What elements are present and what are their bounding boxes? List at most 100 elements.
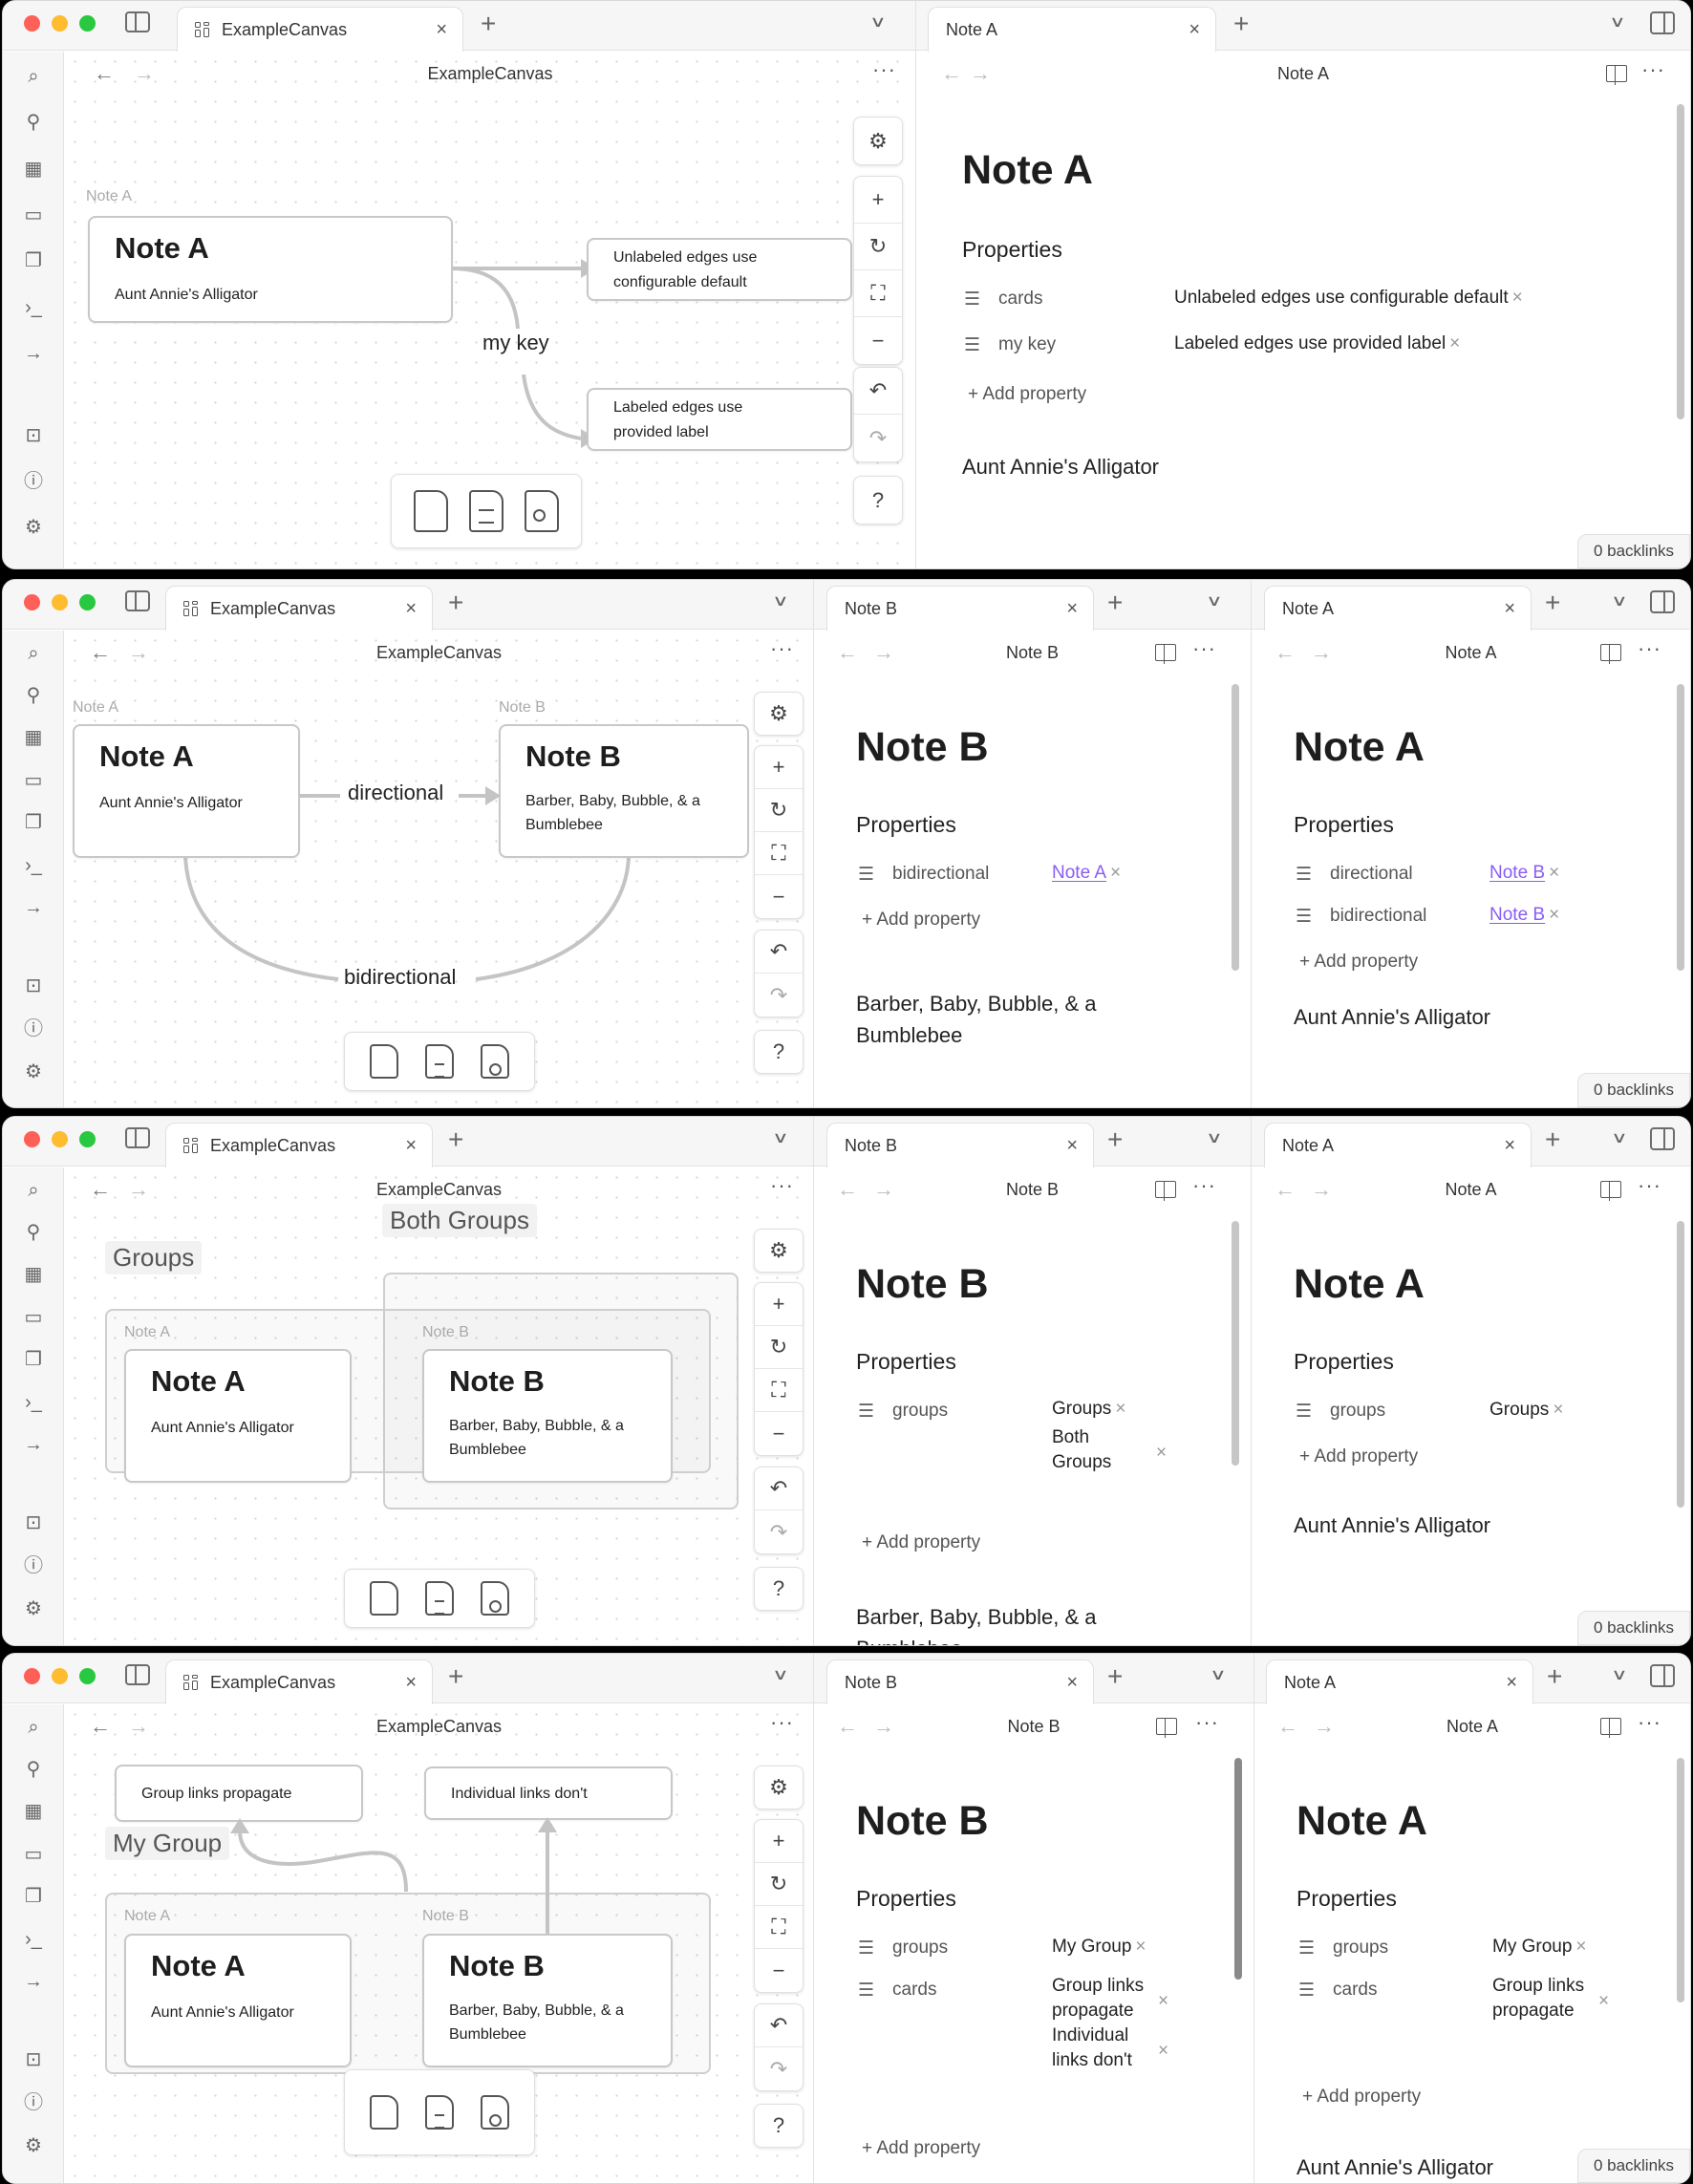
- close-window-button[interactable]: [24, 1668, 40, 1684]
- left-sidebar-toggle-icon[interactable]: [125, 1127, 150, 1148]
- more-options-icon[interactable]: ···: [1638, 1710, 1661, 1735]
- zoom-in-icon[interactable]: +: [755, 1820, 803, 1863]
- canvas-help-icon[interactable]: ?: [755, 1568, 803, 1610]
- property-value[interactable]: Group links propagate: [1052, 1974, 1147, 2023]
- more-options-icon[interactable]: ···: [1192, 636, 1216, 661]
- tab-note-a[interactable]: Note A ×: [1264, 586, 1532, 631]
- internal-link[interactable]: Note B: [1489, 905, 1545, 925]
- close-tab-icon[interactable]: ×: [1066, 598, 1078, 620]
- zoom-in-icon[interactable]: +: [755, 746, 803, 789]
- more-options-icon[interactable]: ···: [872, 57, 896, 82]
- redo-icon[interactable]: ↷: [755, 974, 803, 1017]
- command-palette-icon[interactable]: ›_: [22, 854, 45, 877]
- scrollbar[interactable]: [1677, 104, 1684, 419]
- new-tab-button[interactable]: +: [1107, 588, 1123, 618]
- property-key[interactable]: groups: [1333, 1938, 1388, 1959]
- reading-view-icon[interactable]: [1606, 65, 1627, 85]
- new-tab-button[interactable]: +: [1545, 1124, 1560, 1155]
- text-card[interactable]: Individual links don't: [424, 1766, 673, 1820]
- note-card-b[interactable]: Note B Barber, Baby, Bubble, & a Bumbleb…: [422, 1934, 673, 2067]
- redo-icon[interactable]: ↷: [755, 2047, 803, 2090]
- canvas-help-icon[interactable]: ?: [755, 2105, 803, 2147]
- reset-zoom-icon[interactable]: ↻: [755, 1863, 803, 1906]
- remove-value-icon[interactable]: ×: [1135, 1937, 1146, 1957]
- tab-list-chevron-icon[interactable]: ∨: [869, 12, 887, 32]
- add-property-button[interactable]: + Add property: [862, 2138, 980, 2159]
- property-value[interactable]: My Group ×: [1492, 1935, 1587, 1959]
- new-media-card-icon[interactable]: [481, 2095, 509, 2130]
- property-key[interactable]: cards: [998, 289, 1042, 310]
- close-tab-icon[interactable]: ×: [405, 598, 417, 620]
- remove-value-icon[interactable]: ×: [1158, 1991, 1168, 2012]
- reading-view-icon[interactable]: [1155, 644, 1176, 664]
- property-value[interactable]: My Group ×: [1052, 1935, 1147, 1959]
- tab-list-chevron-icon[interactable]: ∨: [1206, 591, 1223, 610]
- reading-view-icon[interactable]: [1600, 1718, 1621, 1738]
- reading-view-icon[interactable]: [1156, 1718, 1177, 1738]
- graph-view-icon[interactable]: ⚲: [22, 1758, 45, 1781]
- canvas-icon[interactable]: ▦: [22, 726, 45, 749]
- tab-list-chevron-icon[interactable]: ∨: [1611, 1665, 1628, 1684]
- zoom-window-button[interactable]: [79, 1668, 96, 1684]
- daily-note-icon[interactable]: ▭: [22, 1306, 45, 1329]
- scrollbar[interactable]: [1232, 1221, 1239, 1466]
- property-key[interactable]: groups: [892, 1938, 948, 1959]
- canvas-pane[interactable]: ← → ExampleCanvas ··· Note A Note A Aunt…: [65, 52, 915, 568]
- undo-icon[interactable]: ↶: [854, 368, 902, 415]
- canvas-pane[interactable]: ← → ExampleCanvas ··· Group links propag…: [65, 1704, 813, 2183]
- graph-view-icon[interactable]: ⚲: [22, 684, 45, 707]
- more-options-icon[interactable]: ···: [770, 1710, 794, 1735]
- close-window-button[interactable]: [24, 1131, 40, 1147]
- close-tab-icon[interactable]: ×: [405, 1135, 417, 1157]
- remove-value-icon[interactable]: ×: [1512, 288, 1523, 308]
- fit-to-screen-icon[interactable]: ⛶: [755, 832, 803, 875]
- close-tab-icon[interactable]: ×: [1506, 1672, 1517, 1694]
- more-options-icon[interactable]: ···: [1638, 1173, 1661, 1198]
- tab-list-chevron-icon[interactable]: ∨: [772, 1665, 789, 1684]
- tab-note-a[interactable]: Note A ×: [1264, 1123, 1532, 1167]
- note-body[interactable]: Aunt Annie's Alligator: [1294, 1001, 1490, 1033]
- zoom-out-icon[interactable]: −: [755, 1412, 803, 1455]
- fit-to-screen-icon[interactable]: ⛶: [854, 270, 902, 317]
- remove-value-icon[interactable]: ×: [1449, 333, 1460, 353]
- add-property-button[interactable]: + Add property: [1299, 952, 1418, 973]
- new-note-card-icon[interactable]: [425, 2095, 454, 2130]
- property-key[interactable]: cards: [892, 1980, 936, 2001]
- minimize-window-button[interactable]: [52, 1668, 68, 1684]
- canvas-icon[interactable]: ▦: [22, 1263, 45, 1286]
- remove-value-icon[interactable]: ×: [1110, 863, 1121, 883]
- close-tab-icon[interactable]: ×: [1504, 598, 1515, 620]
- tab-list-chevron-icon[interactable]: ∨: [1611, 591, 1628, 610]
- settings-icon[interactable]: ⚙: [22, 1060, 45, 1083]
- help-icon[interactable]: ⓘ: [22, 1554, 45, 1577]
- new-tab-button[interactable]: +: [1107, 1661, 1123, 1692]
- reading-view-icon[interactable]: [1600, 644, 1621, 664]
- go-to-icon[interactable]: →: [22, 1433, 45, 1456]
- remove-value-icon[interactable]: ×: [1575, 1937, 1586, 1957]
- minimize-window-button[interactable]: [52, 1131, 68, 1147]
- daily-note-icon[interactable]: ▭: [22, 769, 45, 792]
- remove-value-icon[interactable]: ×: [1553, 1400, 1563, 1420]
- quick-switcher-icon[interactable]: ⌕: [22, 642, 45, 665]
- property-value[interactable]: Note B ×: [1489, 861, 1559, 886]
- new-card-icon[interactable]: [370, 1581, 398, 1616]
- new-tab-button[interactable]: +: [1233, 9, 1249, 39]
- note-title[interactable]: Note A: [1297, 1798, 1427, 1845]
- close-tab-icon[interactable]: ×: [1066, 1672, 1078, 1694]
- tab-examplecanvas[interactable]: ExampleCanvas ×: [165, 1659, 433, 1704]
- property-key[interactable]: cards: [1333, 1980, 1377, 2001]
- group-label[interactable]: My Group: [105, 1827, 230, 1860]
- go-to-icon[interactable]: →: [22, 342, 45, 365]
- settings-icon[interactable]: ⚙: [22, 516, 45, 539]
- new-card-icon[interactable]: [370, 2095, 398, 2130]
- redo-icon[interactable]: ↷: [854, 415, 902, 461]
- go-to-icon[interactable]: →: [22, 1970, 45, 1993]
- reset-zoom-icon[interactable]: ↻: [755, 1326, 803, 1369]
- close-tab-icon[interactable]: ×: [1504, 1135, 1515, 1157]
- command-palette-icon[interactable]: ›_: [22, 1391, 45, 1414]
- scrollbar[interactable]: [1234, 1758, 1242, 1980]
- graph-view-icon[interactable]: ⚲: [22, 111, 45, 134]
- scrollbar[interactable]: [1677, 1758, 1684, 2002]
- internal-link[interactable]: Note A: [1052, 863, 1106, 883]
- tab-list-chevron-icon[interactable]: ∨: [1210, 1665, 1227, 1684]
